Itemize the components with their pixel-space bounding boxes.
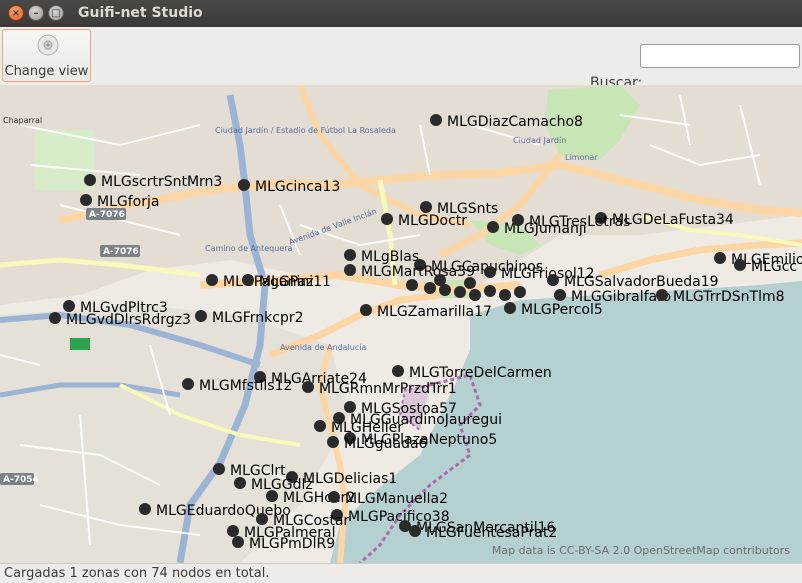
node-label: MLGDoctr xyxy=(398,213,467,229)
node-marker[interactable] xyxy=(734,259,746,271)
node-label: MLGPaz xyxy=(259,274,313,290)
node-marker[interactable] xyxy=(227,525,239,537)
node-marker[interactable] xyxy=(327,436,339,448)
node-label: MLGPmDlR9 xyxy=(249,536,335,552)
node-marker[interactable] xyxy=(238,179,250,191)
street-label: Camino de Antequera xyxy=(205,244,293,253)
node-marker[interactable] xyxy=(409,525,421,537)
node-marker[interactable] xyxy=(487,221,499,233)
node-marker[interactable] xyxy=(80,194,92,206)
node-label: MLGMfstlls12 xyxy=(199,378,292,394)
street-label: Limonar xyxy=(565,153,598,162)
node-marker[interactable] xyxy=(344,264,356,276)
node-marker[interactable] xyxy=(381,213,393,225)
node-label: MLGDiazCamacho8 xyxy=(447,114,583,130)
node-marker[interactable] xyxy=(49,312,61,324)
node-label: MLGZamarilla17 xyxy=(377,304,492,320)
node-label: MLGFrnkcpr2 xyxy=(212,310,304,326)
node-marker[interactable] xyxy=(430,114,442,126)
status-text: Cargadas 1 zonas con 74 nodos en total. xyxy=(4,566,270,581)
node-marker[interactable] xyxy=(504,302,516,314)
minimize-icon[interactable]: – xyxy=(28,5,44,21)
window-title: Guifi-net Studio xyxy=(78,5,203,21)
node-marker[interactable] xyxy=(232,536,244,548)
road-shield: A-7076 xyxy=(89,210,125,220)
node-marker[interactable] xyxy=(314,420,326,432)
maximize-icon[interactable]: □ xyxy=(48,5,64,21)
change-view-button[interactable]: Change view xyxy=(2,29,91,82)
node-marker[interactable] xyxy=(469,289,481,301)
status-bar: Cargadas 1 zonas con 74 nodos en total. xyxy=(0,563,802,583)
node-marker[interactable] xyxy=(84,174,96,186)
node-label: MLgBlas xyxy=(361,249,419,265)
node-marker[interactable] xyxy=(360,304,372,316)
node-label: MLGMartRosa39 xyxy=(361,264,475,280)
node-marker[interactable] xyxy=(514,286,526,298)
street-label: Ciudad Jardín / Estadio de Fútbol La Ros… xyxy=(215,126,396,135)
node-marker[interactable] xyxy=(406,279,418,291)
node-label: MLGTrrDSnTlm8 xyxy=(673,289,785,305)
road-shield: A-7054 xyxy=(3,475,39,485)
street-label: Avenida de Andalucía xyxy=(280,343,366,352)
node-label: MLGguada6 xyxy=(344,436,428,452)
node-marker[interactable] xyxy=(392,365,404,377)
node-marker[interactable] xyxy=(256,513,268,525)
node-label: MLGPercol5 xyxy=(521,302,603,318)
node-marker[interactable] xyxy=(420,201,432,213)
node-marker[interactable] xyxy=(302,381,314,393)
node-marker[interactable] xyxy=(454,286,466,298)
street-label: Ciudad Jardín xyxy=(513,136,566,145)
road-shield: A-7076 xyxy=(103,247,139,257)
node-label: MLGEduardoQuebo xyxy=(156,503,291,519)
street-label: Chaparral xyxy=(3,116,42,125)
disc-icon xyxy=(37,34,59,56)
node-label: MLGcinca13 xyxy=(255,179,340,195)
node-marker[interactable] xyxy=(328,491,340,503)
node-marker[interactable] xyxy=(484,285,496,297)
map-canvas: Ciudad Jardín / Estadio de Fútbol La Ros… xyxy=(0,85,802,563)
node-marker[interactable] xyxy=(234,477,246,489)
node-label: MLGvdDlrsRdrgz3 xyxy=(66,312,191,328)
node-marker[interactable] xyxy=(182,378,194,390)
node-label: MLGDelicias1 xyxy=(303,471,397,487)
node-marker[interactable] xyxy=(242,274,254,286)
node-marker[interactable] xyxy=(547,274,559,286)
node-marker[interactable] xyxy=(139,503,151,515)
title-bar: × – □ Guifi-net Studio xyxy=(0,0,802,27)
node-marker[interactable] xyxy=(714,252,726,264)
node-marker[interactable] xyxy=(499,289,511,301)
node-marker[interactable] xyxy=(424,282,436,294)
map-view[interactable]: Ciudad Jardín / Estadio de Fútbol La Ros… xyxy=(0,85,802,563)
close-icon[interactable]: × xyxy=(8,5,24,21)
node-marker[interactable] xyxy=(512,214,524,226)
node-label: MLGRmnMrPrzdTrr1 xyxy=(319,381,457,397)
node-marker[interactable] xyxy=(434,274,446,286)
node-marker[interactable] xyxy=(63,300,75,312)
node-marker[interactable] xyxy=(464,277,476,289)
change-view-label: Change view xyxy=(4,64,89,79)
node-marker[interactable] xyxy=(554,289,566,301)
node-label: MLGSalvadorBueda19 xyxy=(564,274,719,290)
node-marker[interactable] xyxy=(484,266,496,278)
node-label: MLGTorreDelCarmen xyxy=(409,365,552,381)
node-marker[interactable] xyxy=(266,490,278,502)
search-input[interactable] xyxy=(640,44,800,68)
node-marker[interactable] xyxy=(656,289,668,301)
node-label: MLGTresLetras xyxy=(529,214,630,230)
node-marker[interactable] xyxy=(195,310,207,322)
node-label: MLGManuella2 xyxy=(345,491,448,507)
node-label: MLGforja xyxy=(97,194,159,210)
node-marker[interactable] xyxy=(344,249,356,261)
node-marker[interactable] xyxy=(206,274,218,286)
node-marker[interactable] xyxy=(213,463,225,475)
node-label: MLGFuentesaPrat2 xyxy=(426,525,557,541)
node-label: MLGscrtrSntMrn3 xyxy=(101,174,222,190)
node-label: MLGcc xyxy=(751,259,797,275)
map-attribution: Map data is CC-BY-SA 2.0 OpenStreetMap c… xyxy=(491,544,790,557)
